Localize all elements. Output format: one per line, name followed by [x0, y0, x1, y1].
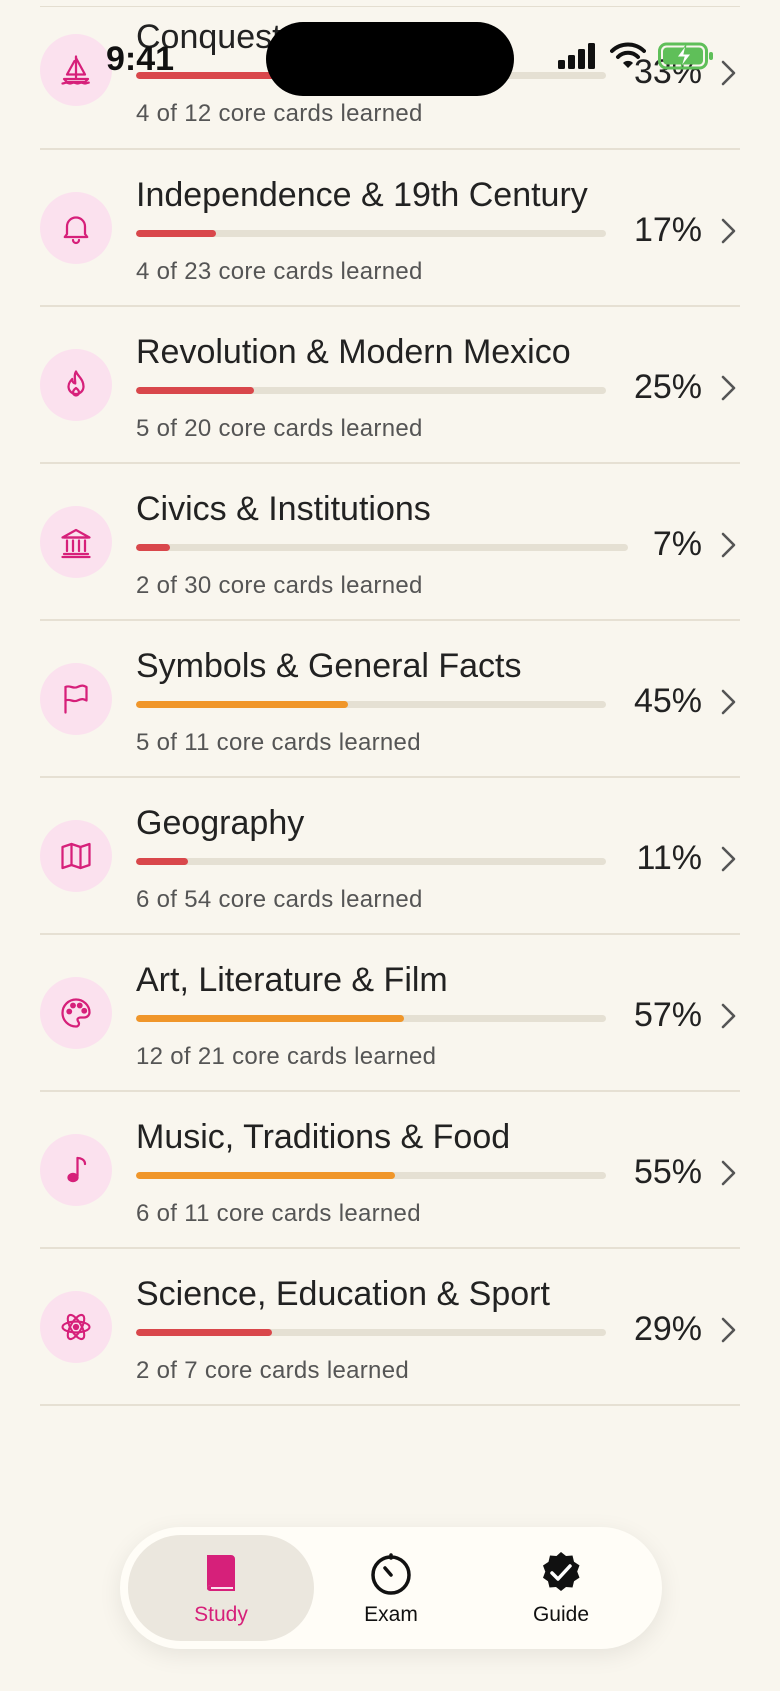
topic-icon-wrap	[40, 976, 112, 1049]
progress-fill	[136, 858, 188, 865]
topic-subtitle: 4 of 12 core cards learned	[136, 100, 423, 127]
progress-bar	[136, 1015, 606, 1022]
stopwatch-icon	[371, 1553, 411, 1595]
topic-icon-wrap	[40, 348, 112, 421]
chevron-right-icon	[721, 532, 736, 558]
progress-bar	[136, 387, 606, 394]
topic-percent: 33%	[633, 53, 702, 91]
topic-title: Symbols & General Facts	[136, 647, 522, 685]
topic-percent: 29%	[633, 1310, 702, 1348]
chevron-right-icon	[721, 846, 736, 872]
tab-exam[interactable]: Exam	[298, 1535, 484, 1641]
chevron-right-icon	[721, 1317, 736, 1343]
topic-percent: 55%	[633, 1153, 702, 1191]
topic-percent: 17%	[633, 211, 702, 249]
topic-icon-wrap	[40, 34, 112, 106]
sailboat-icon	[61, 55, 90, 85]
topic-subtitle: 6 of 54 core cards learned	[136, 886, 423, 913]
music-note-icon	[67, 1156, 87, 1182]
topic-title: Art, Literature & Film	[136, 961, 448, 999]
tab-label: Exam	[364, 1603, 418, 1626]
topic-title: Independence & 19th Century	[136, 176, 588, 214]
topic-title: Conquest	[136, 18, 282, 56]
chevron-right-icon	[721, 1160, 736, 1186]
topic-row-music[interactable]: Music, Traditions & Food 6 of 11 core ca…	[40, 1092, 740, 1249]
topic-icon-wrap	[40, 191, 112, 264]
atom-icon	[61, 1313, 91, 1340]
chevron-right-icon	[721, 375, 736, 401]
topic-percent: 7%	[652, 525, 702, 563]
topic-title: Revolution & Modern Mexico	[136, 333, 571, 371]
topic-row-geography[interactable]: Geography 6 of 54 core cards learned 11%	[40, 778, 740, 935]
topic-row-symbols[interactable]: Symbols & General Facts 5 of 11 core car…	[40, 621, 740, 778]
badge-check-icon	[543, 1552, 580, 1591]
chevron-right-icon	[721, 60, 736, 86]
palette-icon	[61, 997, 91, 1028]
topic-icon-wrap	[40, 662, 112, 735]
chevron-right-icon	[721, 218, 736, 244]
flag-icon	[64, 683, 88, 714]
landmark-icon	[61, 528, 91, 558]
topic-subtitle: 4 of 23 core cards learned	[136, 258, 423, 285]
topic-subtitle: 12 of 21 core cards learned	[136, 1043, 437, 1070]
topic-row-conquest[interactable]: Conquest 4 of 12 core cards learned 33%	[40, 0, 740, 150]
chevron-right-icon	[721, 689, 736, 715]
topic-title: Music, Traditions & Food	[136, 1118, 511, 1156]
progress-fill	[136, 701, 348, 708]
progress-bar	[136, 858, 606, 865]
tab-bar: Study Exam Guide	[120, 1527, 662, 1649]
topic-subtitle: 2 of 30 core cards learned	[136, 572, 423, 599]
topic-icon-wrap	[40, 819, 112, 892]
topic-list: Conquest 4 of 12 core cards learned 33% …	[40, 7, 740, 1406]
topic-subtitle: 2 of 7 core cards learned	[136, 1357, 409, 1384]
topic-percent: 57%	[633, 996, 702, 1034]
topic-percent: 11%	[636, 839, 702, 877]
progress-fill	[136, 1172, 395, 1179]
topic-subtitle: 5 of 20 core cards learned	[136, 415, 423, 442]
tab-label: Study	[194, 1603, 248, 1626]
progress-bar	[136, 544, 628, 551]
tab-study[interactable]: Study	[128, 1535, 314, 1641]
flame-icon	[67, 369, 85, 397]
book-icon	[207, 1555, 235, 1592]
progress-fill	[136, 544, 171, 551]
topic-title: Civics & Institutions	[136, 490, 431, 528]
progress-bar	[136, 230, 606, 237]
progress-fill	[136, 387, 254, 394]
progress-bar	[136, 1172, 606, 1179]
topic-row-science[interactable]: Science, Education & Sport 2 of 7 core c…	[40, 1249, 740, 1406]
tab-label: Guide	[532, 1603, 590, 1626]
topic-percent: 45%	[633, 682, 702, 720]
topic-title: Science, Education & Sport	[136, 1275, 550, 1313]
topic-icon-wrap	[40, 1133, 112, 1206]
topic-row-civics[interactable]: Civics & Institutions 2 of 30 core cards…	[40, 464, 740, 621]
topic-title: Geography	[136, 804, 305, 842]
app-screen: Conquest 4 of 12 core cards learned 33% …	[0, 0, 780, 1691]
topic-icon-wrap	[40, 1290, 112, 1363]
tab-guide[interactable]: Guide	[468, 1535, 654, 1641]
topic-icon-wrap	[40, 505, 112, 578]
progress-bar	[136, 1329, 606, 1336]
map-icon	[61, 842, 91, 869]
progress-fill	[136, 1015, 404, 1022]
progress-bar	[136, 72, 606, 79]
progress-fill	[136, 230, 216, 237]
topic-row-art[interactable]: Art, Literature & Film 12 of 21 core car…	[40, 935, 740, 1092]
topic-row-independence[interactable]: Independence & 19th Century 4 of 23 core…	[40, 150, 740, 307]
topic-subtitle: 6 of 11 core cards learned	[136, 1200, 421, 1227]
topic-subtitle: 5 of 11 core cards learned	[136, 729, 421, 756]
progress-bar	[136, 701, 606, 708]
bell-icon	[63, 215, 89, 244]
progress-fill	[136, 1329, 273, 1336]
progress-fill	[136, 72, 292, 79]
topic-percent: 25%	[633, 368, 702, 406]
topic-row-revolution[interactable]: Revolution & Modern Mexico 5 of 20 core …	[40, 307, 740, 464]
chevron-right-icon	[721, 1003, 736, 1029]
